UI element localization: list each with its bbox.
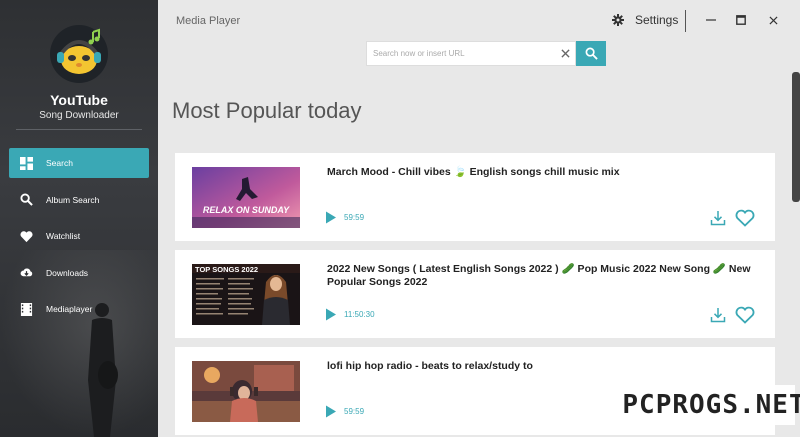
sidebar-divider [16, 129, 142, 130]
video-duration: 59:59 [344, 407, 365, 416]
video-duration: 59:59 [344, 213, 365, 222]
video-duration: 11:50:30 [344, 310, 375, 319]
sidebar-item-label: Mediaplayer [46, 304, 93, 314]
sidebar-item-mediaplayer[interactable]: Mediaplayer [9, 294, 149, 324]
sidebar-item-label: Search [46, 158, 73, 168]
search-input[interactable] [367, 42, 555, 65]
heart-icon [20, 230, 33, 242]
close-icon [768, 15, 778, 25]
main-content: Media Player Settings Search now or inse… [158, 0, 800, 437]
close-window-button[interactable] [764, 10, 782, 30]
cloud-download-icon [20, 268, 33, 277]
minimize-button[interactable] [702, 10, 720, 30]
search-bar [366, 41, 576, 66]
video-card[interactable]: TOP SONGS 2022 2022 New Songs (Latest E… [175, 250, 775, 338]
watermark: PCPROGS.NET [622, 385, 800, 425]
minimize-icon [706, 19, 716, 21]
play-icon[interactable] [325, 211, 337, 224]
dashboard-icon [20, 156, 33, 170]
heart-outline-icon[interactable] [735, 306, 755, 324]
app-name: YouTube [50, 92, 108, 108]
play-icon[interactable] [325, 405, 337, 418]
app-subtitle: Song Downloader [39, 110, 119, 121]
sidebar-nav: Search Album Search Watchlist Downloads [9, 148, 149, 331]
search-button[interactable] [576, 41, 606, 66]
window-title: Media Player [176, 15, 241, 27]
search-icon [20, 193, 33, 206]
video-thumbnail[interactable]: RELAX ON SUNDAY [192, 167, 300, 228]
scrollbar-thumb[interactable] [792, 72, 800, 202]
thumbnail-image: RELAX ON SUNDAY [192, 167, 300, 228]
film-icon [20, 302, 33, 316]
video-thumbnail[interactable]: TOP SONGS 2022 [192, 264, 300, 325]
maximize-icon [736, 15, 746, 25]
thumbnail-text: TOP SONGS 2022 [195, 265, 258, 274]
video-title: March Mood - Chill vibes 🍃 English songs… [327, 166, 620, 178]
download-icon[interactable] [710, 210, 726, 226]
app-logo-icon [50, 25, 108, 83]
sidebar-item-label: Album Search [46, 194, 100, 205]
video-thumbnail[interactable] [192, 361, 300, 422]
search-icon [585, 47, 598, 60]
close-icon [560, 49, 570, 58]
video-card[interactable]: RELAX ON SUNDAY March Mood - Chill vibes… [175, 153, 775, 241]
sidebar-item-label: Watchlist [46, 231, 81, 241]
thumbnail-image [192, 361, 300, 422]
play-icon[interactable] [325, 308, 337, 321]
sidebar-item-search[interactable]: Search [9, 148, 149, 178]
sidebar-item-album-search[interactable]: Album Search [9, 185, 149, 215]
heart-outline-icon[interactable] [735, 209, 755, 227]
gear-icon [612, 14, 624, 26]
maximize-button[interactable] [732, 10, 750, 30]
thumbnail-text: RELAX ON SUNDAY [203, 205, 290, 215]
sidebar-item-watchlist[interactable]: Watchlist [9, 221, 149, 251]
sidebar-item-downloads[interactable]: Downloads [9, 258, 149, 288]
video-title: 2022 New Songs ( Latest English Songs 20… [327, 263, 751, 288]
sidebar: YouTube Song Downloader Search Album Sea… [0, 0, 158, 437]
thumbnail-image: TOP SONGS 2022 [192, 264, 300, 325]
download-icon[interactable] [710, 307, 726, 323]
video-title: lofi hip hop radio - beats to relax/stud… [327, 360, 533, 372]
page-title: Most Popular today [172, 98, 362, 123]
settings-button[interactable]: Settings [612, 13, 678, 27]
settings-label: Settings [635, 13, 679, 27]
clear-search-button[interactable] [555, 42, 575, 65]
titlebar-separator [685, 10, 686, 32]
sidebar-item-label: Downloads [46, 267, 89, 278]
